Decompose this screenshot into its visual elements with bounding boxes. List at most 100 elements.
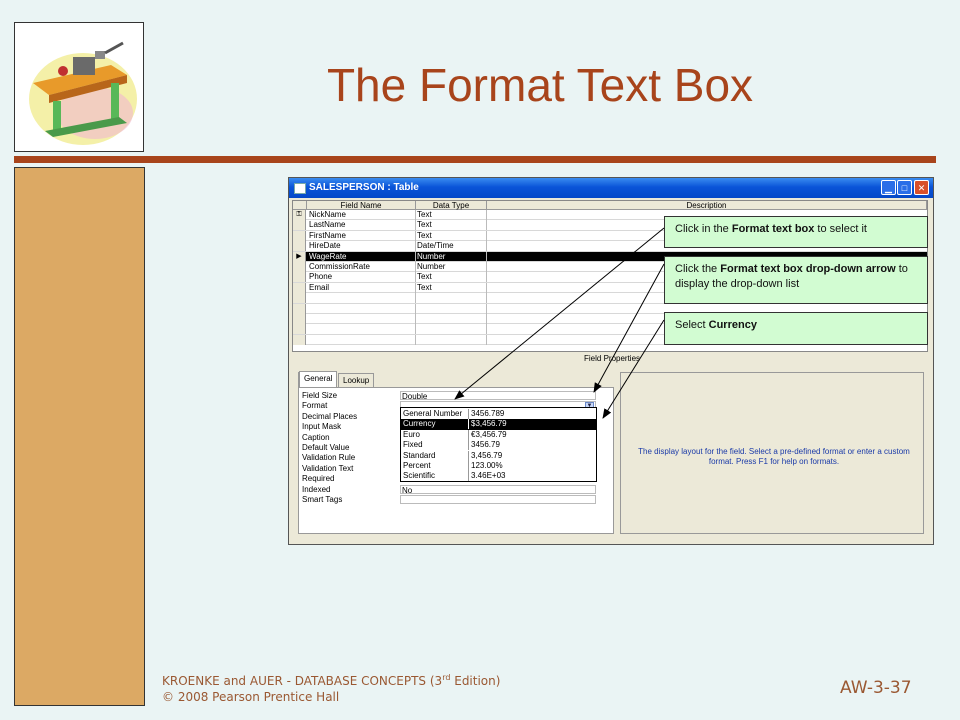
data-type-cell[interactable]: Text [417, 283, 485, 293]
column-separator [415, 314, 416, 324]
row-selector[interactable] [293, 314, 306, 324]
format-option[interactable]: Euro €3,456.79 [401, 429, 596, 440]
data-type-cell[interactable]: Text [417, 210, 485, 220]
row-selector[interactable] [293, 262, 306, 272]
property-label: Caption [302, 432, 330, 442]
column-separator [415, 282, 416, 293]
callout-1-bold: Format text box [731, 223, 815, 235]
column-header-data-type[interactable]: Data Type [416, 201, 487, 210]
row-selector[interactable] [293, 293, 306, 304]
field-name-cell[interactable]: CommissionRate [309, 262, 413, 272]
field-name-cell[interactable]: NickName [309, 210, 413, 220]
property-value-input[interactable]: No [400, 484, 596, 495]
column-header-description[interactable]: Description [487, 201, 927, 210]
callout-select-format-box: Click in the Format text box to select i… [664, 216, 928, 248]
row-selector[interactable] [293, 303, 306, 314]
row-selector[interactable] [293, 272, 306, 283]
callout-1-text: Click in the [675, 223, 732, 235]
current-row-icon[interactable]: ▶ [293, 251, 306, 262]
footer-line1: KROENKE and AUER - DATABASE CONCEPTS (3 [162, 674, 443, 688]
property-row: Field Size Double [302, 391, 602, 401]
property-label: Decimal Places [302, 411, 358, 421]
column-separator [486, 293, 487, 304]
close-button[interactable]: ✕ [914, 180, 929, 195]
primary-key-icon[interactable]: ⚿ [293, 210, 306, 220]
data-type-cell[interactable]: Text [417, 231, 485, 241]
column-separator [486, 324, 487, 335]
column-separator [415, 272, 416, 283]
column-separator [415, 210, 416, 220]
tab-general[interactable]: General [299, 371, 338, 387]
format-option[interactable]: Scientific 3.46E+03 [401, 471, 596, 482]
field-name-cell[interactable]: Email [309, 283, 413, 293]
data-type-cell[interactable]: Date/Time [417, 241, 485, 251]
property-label: Smart Tags [302, 495, 343, 504]
format-option[interactable]: General Number 3456.789 [401, 409, 596, 419]
property-label: Default Value [302, 443, 350, 452]
field-name-cell[interactable]: WageRate [309, 252, 413, 262]
format-option[interactable]: Percent 123.00% [401, 461, 596, 471]
minimize-button[interactable]: ▁ [881, 180, 896, 195]
column-separator [486, 282, 487, 293]
property-value-input[interactable] [400, 495, 596, 504]
title-divider [14, 156, 936, 163]
tab-lookup[interactable]: Lookup [338, 373, 375, 388]
data-type-cell[interactable]: Number [417, 252, 485, 262]
property-row: Smart Tags [302, 495, 602, 505]
column-separator [486, 241, 487, 252]
field-name-cell[interactable]: Phone [309, 272, 413, 282]
option-separator [468, 419, 469, 430]
property-help-text: The display layout for the field. Select… [638, 447, 910, 466]
row-selector[interactable] [293, 220, 306, 231]
property-label: Indexed [302, 484, 331, 494]
row-selector[interactable] [293, 324, 306, 335]
page-number: AW-3-37 [840, 678, 912, 698]
format-option-name: Percent [403, 461, 431, 470]
format-dropdown-list[interactable]: General Number 3456.789 Currency $3,456.79 E… [400, 407, 597, 482]
format-option[interactable]: Currency $3,456.79 [401, 419, 596, 430]
property-value: No [402, 485, 413, 495]
column-separator [415, 334, 416, 345]
option-separator [468, 461, 469, 471]
property-label: Validation Rule [302, 453, 356, 463]
row-selector[interactable] [293, 334, 306, 345]
property-label: Validation Text [302, 463, 354, 473]
field-name-cell[interactable]: FirstName [309, 231, 413, 241]
column-separator [486, 230, 487, 241]
format-option-name: Scientific [403, 471, 436, 481]
maximize-button[interactable]: □ [897, 180, 912, 195]
format-option[interactable]: Fixed 3456.79 [401, 440, 596, 451]
column-separator [486, 314, 487, 324]
column-separator [415, 241, 416, 252]
property-label: Format [302, 401, 328, 411]
maximize-icon: □ [901, 183, 908, 193]
footer-citation: KROENKE and AUER - DATABASE CONCEPTS (3r… [162, 670, 500, 705]
format-option-example: €3,456.79 [471, 429, 507, 439]
property-label: Input Mask [302, 422, 342, 432]
row-selector[interactable] [293, 282, 306, 293]
row-selector[interactable] [293, 230, 306, 241]
callout-2-bold: Format text box drop-down arrow [720, 263, 896, 275]
column-separator [486, 220, 487, 231]
window-titlebar[interactable]: SALESPERSON : Table ▁ □ ✕ [289, 178, 933, 198]
format-option-name: Euro [403, 429, 420, 439]
format-option[interactable]: Standard 3,456.79 [401, 450, 596, 461]
option-separator [468, 440, 469, 451]
column-header-field-name[interactable]: Field Name [307, 201, 416, 210]
format-option-name: General Number [403, 409, 463, 418]
callout-open-dropdown: Click the Format text box drop-down arro… [664, 256, 928, 304]
row-selector[interactable] [293, 241, 306, 252]
callout-select-currency: Select Currency [664, 312, 928, 345]
data-type-cell[interactable]: Number [417, 262, 485, 272]
field-name-cell[interactable]: HireDate [309, 241, 413, 251]
column-separator [415, 251, 416, 262]
data-type-cell[interactable]: Text [417, 272, 485, 282]
property-label: Field Size [302, 391, 338, 400]
data-type-cell[interactable]: Text [417, 220, 485, 230]
field-name-cell[interactable]: LastName [309, 220, 413, 230]
property-label: Required [302, 474, 335, 484]
format-option-example: 3,456.79 [471, 450, 503, 460]
column-separator [486, 210, 487, 220]
property-value-input[interactable]: Double [400, 391, 596, 401]
column-separator [415, 303, 416, 314]
